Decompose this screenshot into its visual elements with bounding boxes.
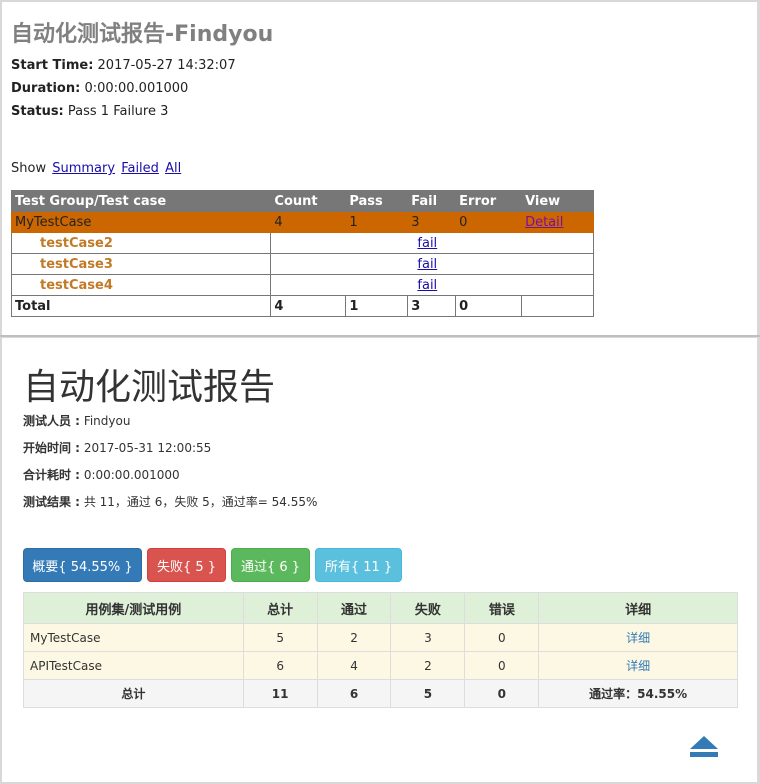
start-time-line: Start Time: 2017-05-27 14:32:07 (11, 58, 236, 73)
header-test-group: Test Group/Test case (10, 190, 272, 212)
total-row: 总计 11 6 5 0 通过率：54.55% (23, 679, 738, 708)
passed-button[interactable]: 通过{ 6 } (231, 548, 310, 582)
show-label: Show (11, 161, 47, 176)
header-view: View (521, 190, 594, 212)
suite-fail: 2 (390, 651, 466, 680)
failed-button[interactable]: 失败{ 5 } (147, 548, 226, 582)
header-error: 错误 (464, 592, 540, 624)
all-button[interactable]: 所有{ 11 } (315, 548, 402, 582)
table-header-row: Test Group/Test case Count Pass Fail Err… (10, 190, 594, 212)
result-line: 测试结果 : 共 11，通过 6，失败 5，通过率= 54.55% (23, 493, 317, 510)
table-row: testCase4 fail (10, 274, 594, 296)
duration-line: Duration: 0:00:00.001000 (11, 81, 188, 96)
class-count: 4 (270, 211, 347, 233)
header-pass: Pass (345, 190, 409, 212)
total-label: 总计 (23, 679, 244, 708)
tester-value: Findyou (83, 414, 131, 428)
suite-pass: 2 (316, 623, 392, 652)
status-line: Status: Pass 1 Failure 3 (11, 104, 168, 119)
suite-total: 5 (242, 623, 318, 652)
class-error: 0 (455, 211, 523, 233)
table-header-row: 用例集/测试用例 总计 通过 失败 错误 详细 (23, 592, 738, 624)
start-time-label: Start Time: (11, 58, 94, 73)
class-fail: 3 (407, 211, 457, 233)
duration-line: 合计耗时 : 0:00:00.001000 (23, 466, 180, 483)
report-bootstrap-panel: 自动化测试报告 测试人员 : Findyou 开始时间 : 2017-05-31… (2, 338, 757, 782)
detail-link[interactable]: 详细 (626, 631, 650, 645)
header-count: Count (270, 190, 347, 212)
result-value: 共 11，通过 6，失败 5，通过率= 54.55% (83, 495, 318, 509)
class-pass: 1 (345, 211, 409, 233)
suite-name: APITestCase (23, 651, 244, 680)
tester-line: 测试人员 : Findyou (23, 412, 130, 429)
total-error: 0 (455, 295, 523, 317)
header-pass: 通过 (316, 592, 392, 624)
start-time-value: 2017-05-27 14:32:07 (97, 58, 236, 73)
status-label: Status: (11, 104, 64, 119)
detail-link[interactable]: Detail (525, 215, 563, 230)
header-fail: Fail (407, 190, 457, 212)
duration-label: 合计耗时 : (23, 468, 80, 482)
start-time-label: 开始时间 : (23, 441, 80, 455)
header-fail: 失败 (390, 592, 466, 624)
case-name: testCase4 (10, 274, 272, 296)
page-title: 自动化测试报告 (23, 367, 276, 408)
total-fail: 3 (407, 295, 457, 317)
page-title: 自动化测试报告-Findyou (11, 22, 274, 47)
suite-error: 0 (464, 651, 540, 680)
total-count: 11 (242, 679, 318, 708)
show-summary-link[interactable]: Summary (52, 161, 115, 176)
suite-name: MyTestCase (23, 623, 244, 652)
class-row: MyTestCase 4 1 3 0 Detail (10, 211, 594, 233)
start-time-line: 开始时间 : 2017-05-31 12:00:55 (23, 439, 211, 456)
suite-error: 0 (464, 623, 540, 652)
show-failed-link[interactable]: Failed (121, 161, 159, 176)
pass-rate: 通过率：54.55% (538, 679, 738, 708)
table-row: testCase2 fail (10, 232, 594, 254)
report-classic-panel: 自动化测试报告-Findyou Start Time: 2017-05-27 1… (2, 2, 757, 335)
duration-value: 0:00:00.001000 (84, 81, 189, 96)
case-result-link[interactable]: fail (417, 257, 437, 272)
header-test-suite: 用例集/测试用例 (23, 592, 244, 624)
total-label: Total (10, 295, 272, 317)
start-time-value: 2017-05-31 12:00:55 (83, 441, 212, 455)
panel-divider (0, 335, 760, 337)
suite-pass: 4 (316, 651, 392, 680)
eject-up-icon[interactable] (689, 734, 719, 758)
header-detail: 详细 (538, 592, 738, 624)
result-table: Test Group/Test case Count Pass Fail Err… (10, 190, 594, 317)
suite-total: 6 (242, 651, 318, 680)
total-row: Total 4 1 3 0 (10, 295, 594, 317)
header-error: Error (455, 190, 523, 212)
total-fail: 5 (390, 679, 466, 708)
status-value: Pass 1 Failure 3 (67, 104, 169, 119)
total-pass: 1 (345, 295, 409, 317)
duration-label: Duration: (11, 81, 81, 96)
case-result-link[interactable]: fail (417, 278, 437, 293)
result-label: 测试结果 : (23, 495, 80, 509)
total-error: 0 (464, 679, 540, 708)
tester-label: 测试人员 : (23, 414, 80, 428)
total-pass: 6 (316, 679, 392, 708)
header-total: 总计 (242, 592, 318, 624)
table-row: APITestCase 6 4 2 0 详细 (23, 651, 738, 680)
case-name: testCase2 (10, 232, 272, 254)
duration-value: 0:00:00.001000 (83, 468, 180, 482)
detail-link[interactable]: 详细 (626, 659, 650, 673)
class-name: MyTestCase (10, 211, 272, 233)
table-row: MyTestCase 5 2 3 0 详细 (23, 623, 738, 652)
show-filter: Show Summary Failed All (11, 161, 181, 176)
result-table: 用例集/测试用例 总计 通过 失败 错误 详细 MyTestCase 5 2 3… (23, 592, 738, 708)
suite-fail: 3 (390, 623, 466, 652)
table-row: testCase3 fail (10, 253, 594, 275)
show-all-link[interactable]: All (165, 161, 181, 176)
total-count: 4 (270, 295, 347, 317)
case-name: testCase3 (10, 253, 272, 275)
case-result-link[interactable]: fail (417, 236, 437, 251)
summary-button[interactable]: 概要{ 54.55% } (23, 548, 142, 582)
